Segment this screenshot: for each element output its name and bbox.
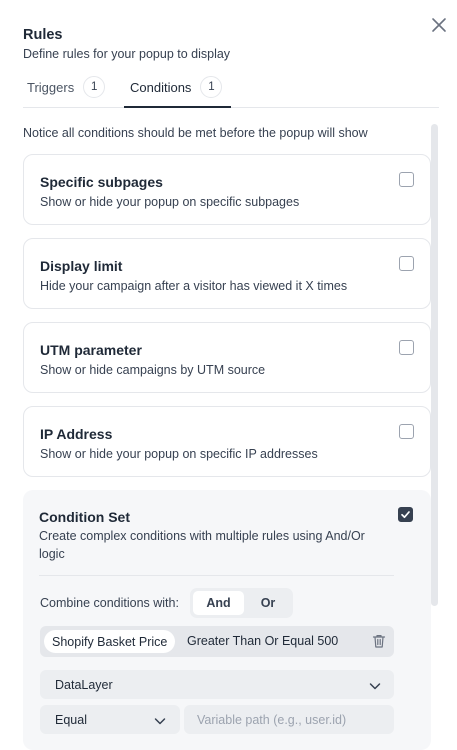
page-title: Rules [23, 27, 63, 43]
rule-field-chip[interactable]: Shopify Basket Price [44, 630, 176, 653]
condition-card-utm-parameter[interactable]: UTM parameter Show or hide campaigns by … [23, 322, 431, 393]
tab-bar: Triggers 1 Conditions 1 [23, 74, 439, 108]
condition-description: Show or hide your popup on specific subp… [40, 195, 300, 209]
condition-description: Hide your campaign after a visitor has v… [40, 279, 348, 293]
condition-checkbox[interactable] [399, 424, 414, 439]
tab-conditions[interactable]: Conditions 1 [124, 74, 231, 108]
condition-checkbox[interactable] [399, 256, 414, 271]
tab-conditions-count: 1 [200, 76, 223, 98]
combine-label: Combine conditions with: [40, 596, 179, 610]
condition-card-display-limit[interactable]: Display limit Hide your campaign after a… [23, 238, 431, 309]
tab-triggers-count: 1 [83, 76, 106, 98]
trash-icon[interactable] [371, 633, 387, 649]
condition-set-title: Condition Set [39, 509, 130, 525]
condition-title: IP Address [40, 426, 113, 442]
rule-text: Greater Than Or Equal 500 [187, 634, 339, 648]
and-button[interactable]: And [193, 591, 244, 615]
tab-conditions-label: Conditions [130, 80, 192, 95]
variable-path-input[interactable]: Variable path (e.g., user.id) [184, 705, 394, 734]
source-select-value: DataLayer [55, 678, 113, 692]
condition-card-specific-subpages[interactable]: Specific subpages Show or hide your popu… [23, 154, 431, 225]
operator-select[interactable]: Equal [40, 705, 180, 734]
conditions-notice: Notice all conditions should be met befo… [23, 126, 368, 140]
condition-set-card: Condition Set Create complex conditions … [23, 490, 431, 750]
condition-title: UTM parameter [40, 342, 142, 358]
and-or-toggle: And Or [190, 588, 293, 618]
condition-description: Show or hide campaigns by UTM source [40, 363, 266, 377]
tab-triggers-label: Triggers [27, 80, 75, 95]
variable-path-placeholder: Variable path (e.g., user.id) [197, 713, 347, 727]
scrollbar-thumb[interactable] [431, 124, 438, 606]
condition-description: Show or hide your popup on specific IP a… [40, 447, 318, 461]
condition-title: Display limit [40, 258, 123, 274]
condition-set-checkbox[interactable] [398, 507, 413, 522]
condition-title: Specific subpages [40, 174, 163, 190]
operator-select-value: Equal [55, 713, 87, 727]
condition-checkbox[interactable] [399, 340, 414, 355]
condition-checkbox[interactable] [399, 172, 414, 187]
check-icon [401, 511, 410, 519]
source-select[interactable]: DataLayer [40, 670, 394, 699]
chevron-down-icon [154, 718, 166, 725]
tab-triggers[interactable]: Triggers 1 [27, 74, 106, 106]
or-button[interactable]: Or [246, 591, 290, 615]
rule-row: Shopify Basket Price Greater Than Or Equ… [40, 626, 394, 657]
condition-card-ip-address[interactable]: IP Address Show or hide your popup on sp… [23, 406, 431, 477]
condition-set-description: Create complex conditions with multiple … [39, 529, 365, 561]
chevron-down-icon [369, 683, 381, 690]
close-icon[interactable] [428, 14, 450, 36]
page-subtitle: Define rules for your popup to display [23, 47, 231, 61]
divider [39, 575, 394, 576]
